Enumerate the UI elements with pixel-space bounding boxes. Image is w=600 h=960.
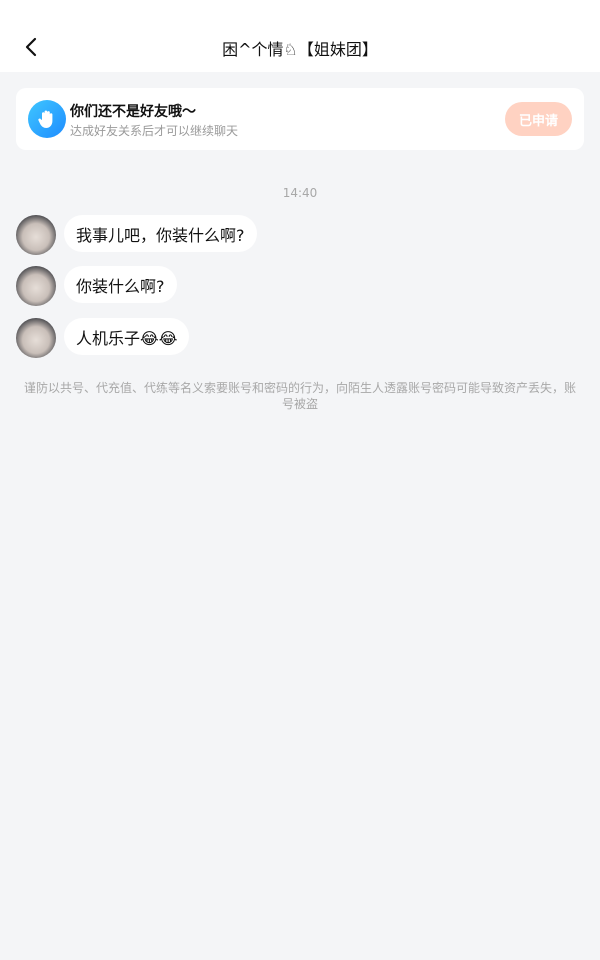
avatar[interactable] (16, 215, 56, 255)
top-bar: 困^个情♘【姐妹团】 (0, 0, 600, 72)
back-button[interactable] (18, 34, 44, 60)
message-bubble[interactable]: 你装什么啊? (64, 266, 177, 303)
banner-subtitle: 达成好友关系后才可以继续聊天 (70, 124, 239, 138)
chevron-left-icon (25, 37, 37, 57)
banner-title: 你们还不是好友哦～ (70, 104, 196, 120)
hand-wave-icon (28, 100, 66, 138)
not-friend-banner: 你们还不是好友哦～ 达成好友关系后才可以继续聊天 已申请 (16, 88, 584, 150)
security-notice: 谨防以共号、代充值、代练等名义索要账号和密码的行为，向陌生人透露账号密码可能导致… (24, 381, 577, 411)
avatar[interactable] (16, 266, 56, 306)
message-timestamp: 14:40 (282, 186, 318, 200)
message-bubble[interactable]: 人机乐子😂😂 (64, 318, 190, 355)
message-bubble[interactable]: 我事儿吧，你装什么啊? (64, 215, 257, 252)
chat-title: 困^个情♘【姐妹团】 (222, 40, 378, 59)
avatar[interactable] (16, 318, 56, 358)
applied-button[interactable]: 已申请 (505, 102, 572, 136)
